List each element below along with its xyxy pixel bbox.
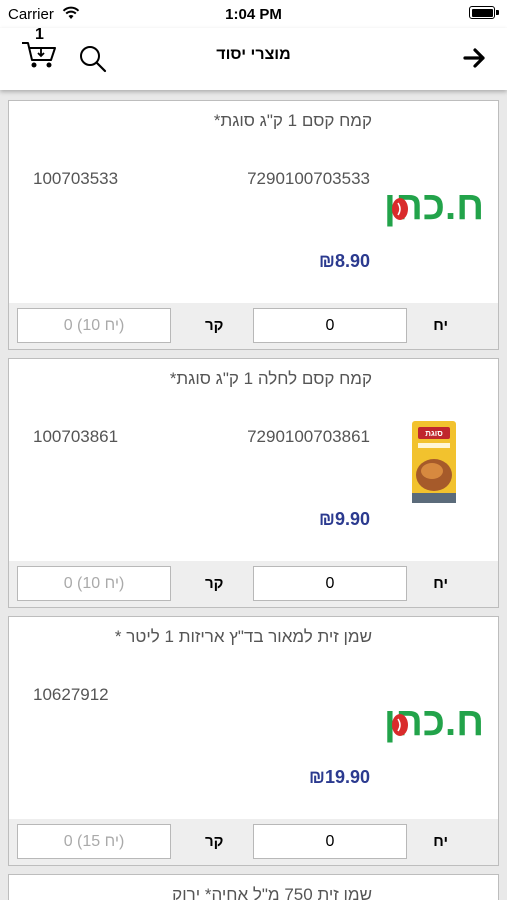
carton-label: קר [205, 575, 224, 592]
flour-package-image: סוגת [378, 414, 490, 510]
hazi-hinam-logo: ח.כהן [378, 163, 490, 259]
quantity-bar: יח 0 קר 0 (10 יח) [9, 303, 498, 349]
product-title: קמח קסם לחלה 1 ק"ג סוגת* [169, 369, 372, 388]
navigation-bar: 1 מוצרי יסוד [0, 26, 507, 90]
product-card[interactable]: קמח קסם 1 ק"ג סוגת* 7290100703533 100703… [8, 100, 499, 350]
product-price: ₪19.90 [309, 767, 370, 787]
unit-label: יח [433, 575, 448, 592]
product-barcode: 7290100703861 [247, 427, 370, 446]
product-code: 100703861 [33, 427, 119, 446]
product-price: ₪8.90 [319, 251, 370, 271]
svg-text:סוגת: סוגת [425, 429, 443, 438]
carton-field[interactable]: 0 (10 יח) [17, 566, 171, 601]
carton-field[interactable]: 0 (15 יח) [17, 824, 171, 859]
product-card[interactable]: שמן זית למאור בד"ץ אריזות 1 ליטר * 10627… [8, 616, 499, 866]
arrow-right-icon[interactable] [463, 46, 487, 70]
battery-icon [469, 6, 495, 19]
page-title: מוצרי יסוד [216, 46, 291, 63]
product-barcode: 7290100703533 [247, 169, 370, 188]
quantity-field[interactable]: 0 [253, 566, 407, 601]
status-bar: Carrier 1:04 PM [0, 0, 507, 28]
quantity-bar: יח 0 קר 0 (15 יח) [9, 819, 498, 865]
carton-field[interactable]: 0 (10 יח) [17, 308, 171, 343]
clock: 1:04 PM [225, 6, 282, 23]
unit-label: יח [433, 317, 448, 334]
product-title: שמן זית למאור בד"ץ אריזות 1 ליטר * [114, 627, 372, 646]
product-code: 10627912 [33, 685, 109, 704]
product-title: קמח קסם 1 ק"ג סוגת* [213, 111, 372, 130]
carton-label: קר [205, 833, 224, 850]
unit-label: יח [433, 833, 448, 850]
product-title: שמן זית 750 מ"ל אחיה* ירוק [172, 885, 372, 900]
quantity-bar: יח 0 קר 0 (10 יח) [9, 561, 498, 607]
product-list[interactable]: קמח קסם 1 ק"ג סוגת* 7290100703533 100703… [8, 100, 499, 900]
product-card[interactable]: קמח קסם לחלה 1 ק"ג סוגת* 7290100703861 1… [8, 358, 499, 608]
quantity-field[interactable]: 0 [253, 824, 407, 859]
quantity-field[interactable]: 0 [253, 308, 407, 343]
product-price: ₪9.90 [319, 509, 370, 529]
carton-label: קר [205, 317, 224, 334]
hazi-hinam-logo: ח.כהן [378, 679, 490, 775]
product-card[interactable]: שמן זית 750 מ"ל אחיה* ירוק [8, 874, 499, 900]
product-code: 100703533 [33, 169, 119, 188]
